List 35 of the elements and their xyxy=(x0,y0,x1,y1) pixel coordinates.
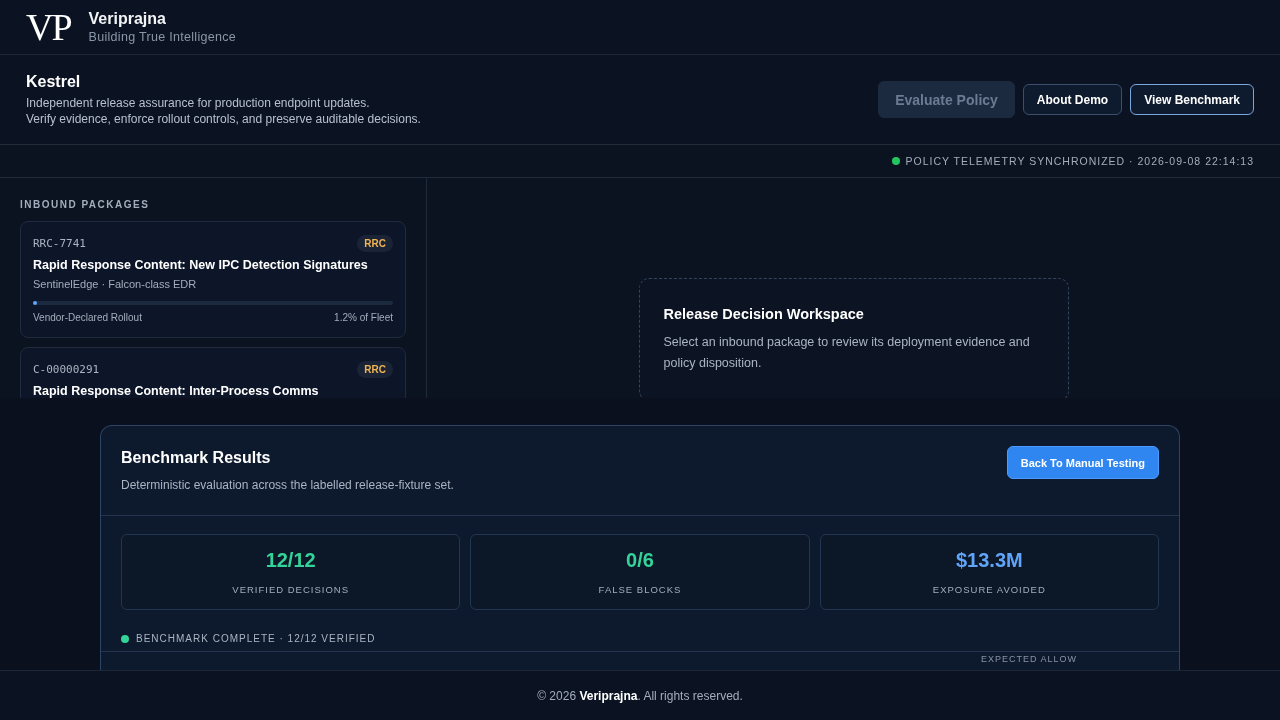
workspace-title: Release Decision Workspace xyxy=(663,306,865,322)
benchmark-status: BENCHMARK COMPLETE · 12/12 VERIFIED xyxy=(136,633,376,644)
product-description: Independent release assurance for production endpoint updates. xyxy=(26,94,371,111)
column-header: EXPECTED ALLOW xyxy=(980,653,1079,665)
status-text: POLICY TELEMETRY SYNCHRONIZED · 2026-09-08 22:14:13 xyxy=(905,155,1254,167)
package-id: C-00000291 xyxy=(33,363,100,376)
brand-tagline: Building True Intelligence xyxy=(88,30,237,44)
stat-value: 0/6 xyxy=(626,549,654,572)
package-card[interactable]: RRC-7741 RRC Rapid Response Content: New IPC Detection Signatures SentinelEdge · Falcon-class EDR Vendor-Declared Rollout 1.2% of Fleet xyxy=(20,221,406,338)
product-title: Kestrel xyxy=(26,72,82,91)
section-heading: INBOUND PACKAGES xyxy=(20,199,151,210)
product-description: Verify evidence, enforce rollout controls, and preserve auditable decisions. xyxy=(26,110,421,127)
package-id: RRC-7741 xyxy=(33,237,86,250)
logo: VP xyxy=(26,8,72,46)
workspace-text: Select an inbound package to review its deployment evidence and policy disposition. xyxy=(663,334,1031,372)
package-title: Rapid Response Content: New IPC Detection Signatures xyxy=(33,258,369,272)
package-card[interactable]: C-00000291 RRC Rapid Response Content: Inter-Process Comms xyxy=(20,347,406,398)
panel-subtitle: Deterministic evaluation across the labelled release-fixture set. xyxy=(121,478,454,492)
footer-text: © 2026 Veriprajna. All rights reserved. xyxy=(537,688,743,703)
stat-label: FALSE BLOCKS xyxy=(598,584,682,595)
stat-label: EXPOSURE AVOIDED xyxy=(932,584,1046,595)
package-badge: RRC xyxy=(357,235,393,252)
stat-value: $13.3M xyxy=(955,549,1023,572)
rollout-label: Vendor-Declared Rollout xyxy=(33,312,142,323)
stat-label: VERIFIED DECISIONS xyxy=(232,584,349,595)
package-vendor: SentinelEdge · Falcon-class EDR xyxy=(33,278,198,290)
action-button[interactable]: View Benchmark xyxy=(1130,84,1254,115)
stat-value: 12/12 xyxy=(265,549,316,572)
action-button[interactable]: About Demo xyxy=(1022,84,1123,115)
package-badge: RRC xyxy=(357,361,393,378)
panel-title: Benchmark Results xyxy=(121,449,272,467)
rollout-value: 1.2% of Fleet xyxy=(334,312,393,323)
brand-name: Veriprajna xyxy=(88,10,167,28)
package-title: Rapid Response Content: Inter-Process Comms xyxy=(33,384,320,398)
back-button[interactable]: Back To Manual Testing xyxy=(1006,446,1159,479)
